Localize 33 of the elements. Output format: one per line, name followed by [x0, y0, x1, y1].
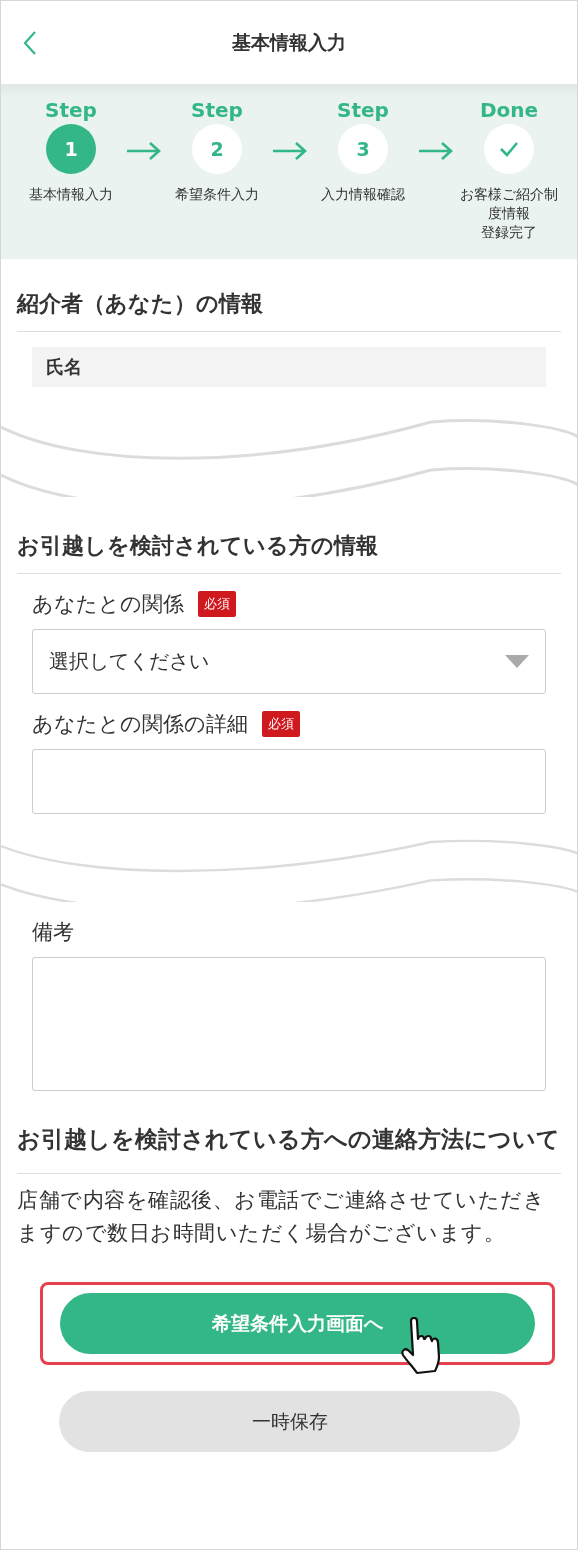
section-heading: 紹介者（あなた）の情報 — [17, 259, 561, 332]
step-caption: 登録完了 — [480, 223, 538, 242]
step-number: 3 — [356, 138, 370, 160]
section-heading: お引越しを検討されている方の情報 — [17, 501, 561, 574]
arrow-icon — [272, 141, 308, 161]
step-number: 2 — [210, 138, 224, 160]
step-label: Step — [337, 98, 389, 122]
step-caption: 入力情報確認 — [320, 185, 406, 204]
back-icon[interactable] — [23, 30, 37, 56]
step-caption: 希望条件入力 — [174, 185, 260, 204]
field-label: あなたとの関係 — [32, 591, 184, 618]
dropdown-icon — [505, 654, 529, 669]
textarea-field[interactable] — [32, 957, 546, 1091]
section-heading: お引越しを検討されている方への連絡方法について — [17, 1091, 561, 1174]
step-label: Step — [191, 98, 243, 122]
required-badge: 必須 — [262, 711, 300, 737]
field-label: 備考 — [32, 919, 74, 946]
input-field[interactable] — [32, 749, 546, 814]
step-caption: 基本情報入力 — [28, 185, 114, 204]
save-draft-button[interactable]: 一時保存 — [59, 1391, 520, 1452]
arrow-icon — [126, 141, 162, 161]
select-field[interactable]: 選択してください — [32, 629, 546, 694]
step-label: Step — [45, 98, 97, 122]
contact-note: 店舗で内容を確認後、お電話でご連絡させていただきますので数日お時間いただく場合がございます。 — [17, 1187, 546, 1247]
step-number: 1 — [64, 138, 78, 160]
step-caption: お客様ご紹介制度情報 — [459, 185, 559, 223]
step-label: Done — [479, 98, 539, 122]
check-icon — [499, 141, 519, 157]
arrow-icon — [418, 141, 454, 161]
required-badge: 必須 — [198, 591, 236, 617]
field-label: 氏名 — [46, 356, 82, 377]
page-title: 基本情報入力 — [232, 29, 346, 55]
field-label: あなたとの関係の詳細 — [32, 711, 248, 738]
